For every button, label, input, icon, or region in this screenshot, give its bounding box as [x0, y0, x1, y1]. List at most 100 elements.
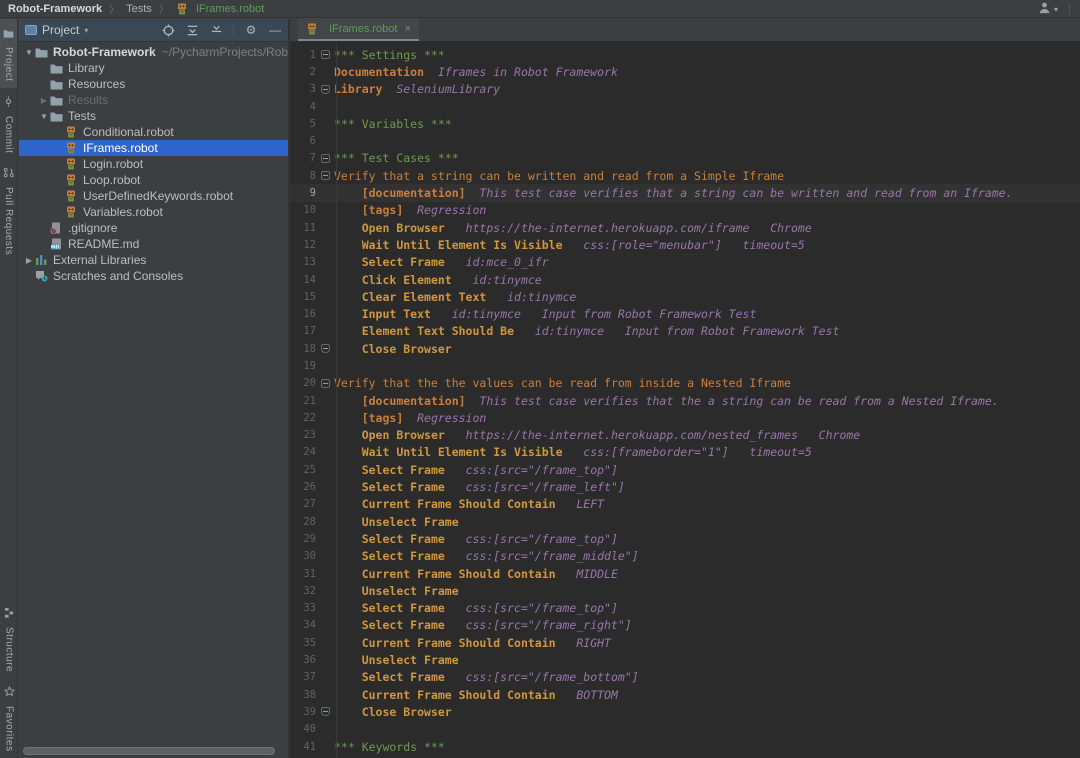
user-account-icon[interactable] [1038, 1, 1051, 17]
code-line-18[interactable]: 18 Close Browser [290, 340, 1080, 357]
tree-item-external-libraries[interactable]: ▶ External Libraries [19, 252, 288, 268]
line-number: 17 [303, 325, 316, 338]
code-line-22[interactable]: 22 [tags] Regression [290, 409, 1080, 426]
tool-stripe-button-favorites[interactable]: Favorites [0, 678, 18, 758]
tree-item--gitignore[interactable]: .gitignore [19, 220, 288, 236]
line-number: 8 [309, 169, 316, 182]
close-icon[interactable]: × [404, 23, 410, 35]
code-line-27[interactable]: 27 Current Frame Should Contain LEFT [290, 496, 1080, 513]
fold-start-icon[interactable] [320, 378, 330, 388]
code-line-16[interactable]: 16 Input Text id:tinymce Input from Robo… [290, 305, 1080, 322]
chevron-down-icon[interactable]: ▼ [23, 48, 35, 57]
project-folder-icon [3, 25, 14, 43]
fold-end-icon[interactable] [320, 707, 330, 717]
code-line-39[interactable]: 39 Close Browser [290, 703, 1080, 720]
breadcrumb-project[interactable]: Robot-Framework [8, 3, 102, 15]
tool-stripe-button-pull-requests[interactable]: Pull Requests [0, 159, 17, 261]
code-line-10[interactable]: 10 [tags] Regression [290, 202, 1080, 219]
tree-item-library[interactable]: Library [19, 60, 288, 76]
code-line-4[interactable]: 4 [290, 98, 1080, 115]
code-line-29[interactable]: 29 Select Frame css:[src="/frame_top"] [290, 530, 1080, 547]
code-line-26[interactable]: 26 Select Frame css:[src="/frame_left"] [290, 478, 1080, 495]
chevron-right-icon[interactable]: ▶ [23, 256, 35, 265]
code-editor[interactable]: 1 *** Settings *** 2 Documentation Iframes … [290, 43, 1080, 758]
code-line-17[interactable]: 17 Element Text Should Be id:tinymce Inp… [290, 323, 1080, 340]
horizontal-scrollbar-thumb[interactable] [23, 747, 275, 755]
code-line-25[interactable]: 25 Select Frame css:[src="/frame_top"] [290, 461, 1080, 478]
chevron-down-icon[interactable]: ▾ [1054, 5, 1058, 14]
line-number: 39 [303, 705, 316, 718]
code-line-28[interactable]: 28 Unselect Frame [290, 513, 1080, 530]
chevron-right-icon[interactable]: ▶ [38, 96, 50, 105]
tool-stripe-button-commit[interactable]: Commit [0, 88, 17, 159]
code-line-21[interactable]: 21 [documentation] This test case verifi… [290, 392, 1080, 409]
project-view-selector[interactable]: Project ▾ [25, 23, 161, 37]
tree-item-iframes-robot[interactable]: IFrames.robot [19, 140, 288, 156]
code-line-33[interactable]: 33 Select Frame css:[src="/frame_top"] [290, 600, 1080, 617]
code-line-19[interactable]: 19 [290, 357, 1080, 374]
code-line-3[interactable]: 3 Library SeleniumLibrary [290, 81, 1080, 98]
code-line-36[interactable]: 36 Unselect Frame [290, 651, 1080, 668]
collapse-all-icon[interactable] [209, 23, 223, 37]
breadcrumb-tests[interactable]: Tests [126, 3, 152, 15]
locate-icon[interactable] [161, 23, 175, 37]
code-line-2[interactable]: 2 Documentation Iframes in Robot Framewor… [290, 63, 1080, 80]
tree-item-resources[interactable]: Resources [19, 76, 288, 92]
code-line-14[interactable]: 14 Click Element id:tinymce [290, 271, 1080, 288]
fold-start-icon[interactable] [320, 153, 330, 163]
code-line-32[interactable]: 32 Unselect Frame [290, 582, 1080, 599]
tree-item-readme-md[interactable]: MD README.md [19, 236, 288, 252]
code-line-40[interactable]: 40 [290, 721, 1080, 738]
fold-start-icon[interactable] [320, 171, 330, 181]
code-line-31[interactable]: 31 Current Frame Should Contain MIDDLE [290, 565, 1080, 582]
settings-gear-icon[interactable]: ⚙ [244, 23, 258, 37]
code-line-15[interactable]: 15 Clear Element Text id:tinymce [290, 288, 1080, 305]
hide-panel-icon[interactable]: — [268, 23, 282, 37]
code-line-41[interactable]: 41 *** Keywords *** [290, 738, 1080, 755]
code-line-5[interactable]: 5 *** Variables *** [290, 115, 1080, 132]
code-line-1[interactable]: 1 *** Settings *** [290, 46, 1080, 63]
line-number: 23 [303, 429, 316, 442]
code-line-20[interactable]: 20 Verify that the the values can be read… [290, 375, 1080, 392]
fold-end-icon[interactable] [320, 84, 330, 94]
code-text: Select Frame css:[src="/frame_right"] [361, 618, 632, 633]
line-number: 13 [303, 256, 316, 269]
code-line-8[interactable]: 8 Verify that a string can be written and… [290, 167, 1080, 184]
tab-iframes-robot[interactable]: IFrames.robot × [298, 18, 419, 41]
code-line-38[interactable]: 38 Current Frame Should Contain BOTTOM [290, 686, 1080, 703]
tree-item-loop-robot[interactable]: Loop.robot [19, 172, 288, 188]
robot-file-icon [65, 190, 79, 202]
expand-all-icon[interactable] [185, 23, 199, 37]
code-line-13[interactable]: 13 Select Frame id:mce_0_ifr [290, 254, 1080, 271]
tree-item-robot-framework[interactable]: ▼ Robot-Framework ~/PycharmProjects/Robot-… [19, 44, 288, 60]
robot-file-icon [65, 174, 79, 186]
tool-stripe-button-project[interactable]: Project [0, 19, 17, 88]
code-line-35[interactable]: 35 Current Frame Should Contain RIGHT [290, 634, 1080, 651]
tool-stripe-button-structure[interactable]: Structure [0, 599, 18, 678]
tree-item-results[interactable]: ▶ Results [19, 92, 288, 108]
code-line-11[interactable]: 11 Open Browser https://the-internet.her… [290, 219, 1080, 236]
code-line-37[interactable]: 37 Select Frame css:[src="/frame_bottom"… [290, 669, 1080, 686]
breadcrumb-file[interactable]: IFrames.robot [196, 3, 264, 15]
tree-item-variables-robot[interactable]: Variables.robot [19, 204, 288, 220]
code-line-30[interactable]: 30 Select Frame css:[src="/frame_middle"… [290, 548, 1080, 565]
divider [233, 24, 234, 36]
code-line-9[interactable]: 9 [documentation] This test case verifie… [290, 184, 1080, 202]
code-line-12[interactable]: 12 Wait Until Element Is Visible css:[ro… [290, 236, 1080, 253]
code-line-24[interactable]: 24 Wait Until Element Is Visible css:[fr… [290, 444, 1080, 461]
tree-item-conditional-robot[interactable]: Conditional.robot [19, 124, 288, 140]
tree-item-label: .gitignore [68, 221, 118, 235]
tree-item-userdefinedkeywords-robot[interactable]: UserDefinedKeywords.robot [19, 188, 288, 204]
code-text: Select Frame css:[src="/frame_top"] [361, 462, 618, 477]
code-line-34[interactable]: 34 Select Frame css:[src="/frame_right"] [290, 617, 1080, 634]
chevron-down-icon[interactable]: ▼ [38, 112, 50, 121]
tree-item-login-robot[interactable]: Login.robot [19, 156, 288, 172]
tree-item-scratches-and-consoles[interactable]: Scratches and Consoles [19, 268, 288, 284]
tree-item-tests[interactable]: ▼ Tests [19, 108, 288, 124]
code-line-7[interactable]: 7 *** Test Cases *** [290, 150, 1080, 167]
code-line-23[interactable]: 23 Open Browser https://the-internet.her… [290, 427, 1080, 444]
code-line-6[interactable]: 6 [290, 132, 1080, 149]
fold-start-icon[interactable] [320, 50, 330, 60]
fold-end-icon[interactable] [320, 344, 330, 354]
tree-item-label: Results [68, 93, 109, 107]
